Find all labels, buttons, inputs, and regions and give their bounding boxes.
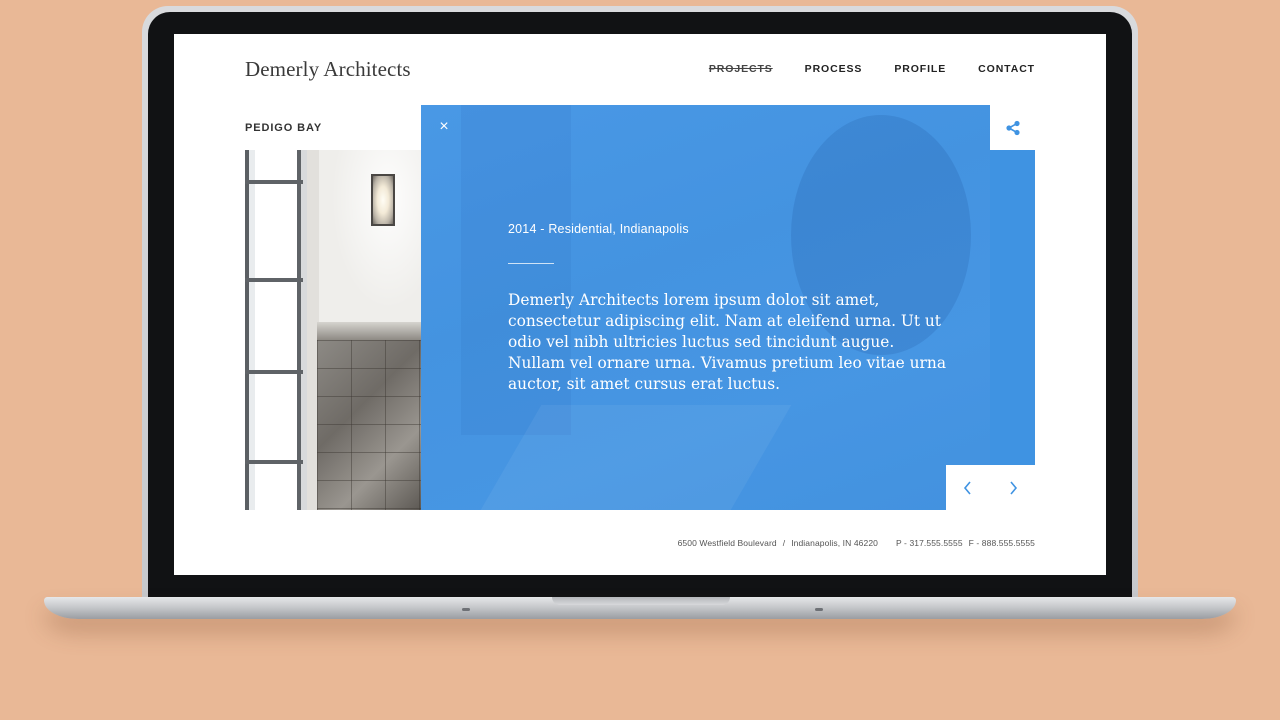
main-nav: PROJECTS PROCESS PROFILE CONTACT xyxy=(677,63,1035,75)
nav-item-profile[interactable]: PROFILE xyxy=(894,63,946,75)
site-footer: 6500 Westfield Boulevard / Indianapolis, I… xyxy=(678,538,1035,548)
previous-button[interactable] xyxy=(946,465,991,510)
footer-phone[interactable]: P - 317.555.5555 xyxy=(896,538,963,548)
stone-wall xyxy=(317,340,421,510)
window-frame xyxy=(245,370,303,374)
divider xyxy=(508,263,554,264)
website-screen: Demerly Architects PROJECTS PROCESS PROF… xyxy=(174,34,1106,575)
project-description: Demerly Architects lorem ipsum dolor sit… xyxy=(508,291,946,393)
footer-city: Indianapolis, IN 46220 xyxy=(791,538,878,548)
nav-item-process[interactable]: PROCESS xyxy=(805,63,863,75)
site-logo[interactable]: Demerly Architects xyxy=(245,57,411,82)
share-icon xyxy=(1005,120,1020,135)
window-frame xyxy=(245,278,303,282)
chevron-left-icon xyxy=(963,480,971,495)
stone-ledge xyxy=(317,322,421,340)
nav-item-projects[interactable]: PROJECTS xyxy=(709,63,773,75)
laptop-foot xyxy=(462,608,470,611)
footer-separator: / xyxy=(782,538,786,548)
footer-address: 6500 Westfield Boulevard xyxy=(677,538,777,548)
close-icon: × xyxy=(439,118,449,135)
project-photo xyxy=(245,150,421,510)
project-meta: 2014 - Residential, Indianapolis xyxy=(508,222,689,236)
laptop-hinge-notch xyxy=(552,597,730,605)
wall-lamp xyxy=(371,174,395,226)
footer-fax: F - 888.555.5555 xyxy=(968,538,1035,548)
chevron-right-icon xyxy=(1009,480,1017,495)
window-frame xyxy=(245,460,303,464)
overlay-extension xyxy=(990,150,1035,465)
window-frame xyxy=(245,180,303,184)
next-button[interactable] xyxy=(990,465,1035,510)
close-button[interactable]: × xyxy=(436,119,452,135)
share-button[interactable] xyxy=(990,105,1035,150)
laptop-foot xyxy=(815,608,823,611)
nav-item-contact[interactable]: CONTACT xyxy=(978,63,1035,75)
project-title: PEDIGO BAY xyxy=(245,122,323,134)
